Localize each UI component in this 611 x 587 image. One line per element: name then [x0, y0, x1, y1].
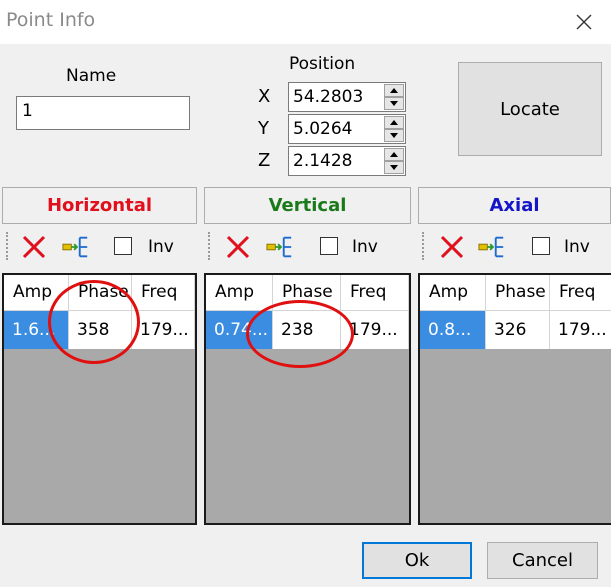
column-header-amp[interactable]: Amp: [420, 275, 486, 311]
column-header-freq[interactable]: Freq: [550, 275, 611, 311]
y-value: 5.0264: [293, 119, 353, 139]
up-arrow-icon: [390, 120, 398, 125]
toolbar-grip[interactable]: [422, 232, 427, 260]
point-info-dialog: Point Info Name 1 Position X 54.2803 Y 5…: [0, 0, 611, 587]
table-row[interactable]: 1.6... 358 179...: [4, 311, 195, 349]
ok-button[interactable]: Ok: [362, 542, 472, 579]
axial-grid[interactable]: Amp Phase Freq 0.8... 326 179...: [418, 273, 611, 525]
y-label: Y: [258, 118, 269, 139]
toolbar-grip[interactable]: [208, 232, 213, 260]
vertical-header: Vertical: [204, 187, 411, 224]
column-header-freq[interactable]: Freq: [132, 275, 195, 311]
horizontal-delete-button[interactable]: [20, 233, 48, 261]
column-header-amp[interactable]: Amp: [4, 275, 69, 311]
axial-delete-button[interactable]: [438, 233, 466, 261]
freq-cell[interactable]: 179...: [341, 311, 409, 349]
close-icon: [576, 14, 592, 30]
title-bar: Point Info: [0, 0, 611, 44]
x-decrement-button[interactable]: [384, 97, 404, 110]
position-label: Position: [289, 54, 356, 74]
horizontal-add-button[interactable]: [62, 233, 90, 261]
grid-header: Amp Phase Freq: [206, 275, 409, 311]
horizontal-inv-label: Inv: [148, 237, 174, 257]
axial-header: Axial: [418, 187, 611, 224]
x-increment-button[interactable]: [384, 84, 404, 97]
up-arrow-icon: [390, 152, 398, 157]
z-value: 2.1428: [293, 151, 353, 171]
vertical-inv-label: Inv: [352, 237, 378, 257]
z-decrement-button[interactable]: [384, 161, 404, 174]
horizontal-toolbar: Inv: [6, 229, 198, 265]
vertical-title: Vertical: [268, 195, 347, 216]
column-header-freq[interactable]: Freq: [341, 275, 409, 311]
vertical-add-button[interactable]: [266, 233, 294, 261]
table-row[interactable]: 0.74... 238 179...: [206, 311, 409, 349]
vertical-delete-button[interactable]: [224, 233, 252, 261]
horizontal-title: Horizontal: [46, 195, 153, 216]
window-title: Point Info: [6, 9, 96, 31]
axial-add-button[interactable]: [478, 233, 506, 261]
y-spinner[interactable]: 5.0264: [288, 114, 406, 144]
phase-cell[interactable]: 326: [486, 311, 550, 349]
locate-button[interactable]: Locate: [458, 62, 602, 156]
amp-cell[interactable]: 1.6...: [4, 311, 69, 349]
freq-cell[interactable]: 179...: [550, 311, 611, 349]
add-column-icon: [266, 236, 292, 258]
column-header-phase[interactable]: Phase: [69, 275, 132, 311]
horizontal-inv-checkbox[interactable]: [114, 237, 132, 255]
x-value: 54.2803: [293, 87, 364, 107]
down-arrow-icon: [390, 101, 398, 106]
cancel-button[interactable]: Cancel: [487, 542, 598, 579]
name-label: Name: [66, 66, 117, 86]
axial-title: Axial: [489, 195, 540, 216]
horizontal-header: Horizontal: [2, 187, 197, 224]
column-header-amp[interactable]: Amp: [206, 275, 273, 311]
close-button[interactable]: [557, 0, 611, 44]
amp-cell[interactable]: 0.74...: [206, 311, 273, 349]
add-column-icon: [62, 236, 88, 258]
x-spinner[interactable]: 54.2803: [288, 82, 406, 112]
column-header-phase[interactable]: Phase: [486, 275, 550, 311]
axial-inv-label: Inv: [564, 237, 590, 257]
down-arrow-icon: [390, 133, 398, 138]
amp-cell[interactable]: 0.8...: [420, 311, 486, 349]
toolbar-grip[interactable]: [6, 232, 11, 260]
red-x-icon: [440, 235, 464, 259]
red-x-icon: [226, 235, 250, 259]
freq-cell[interactable]: 179...: [132, 311, 195, 349]
column-header-phase[interactable]: Phase: [273, 275, 341, 311]
z-spinner[interactable]: 2.1428: [288, 146, 406, 176]
grid-header: Amp Phase Freq: [4, 275, 195, 311]
vertical-inv-checkbox[interactable]: [320, 237, 338, 255]
add-column-icon: [478, 236, 504, 258]
vertical-toolbar: Inv: [208, 229, 408, 265]
z-increment-button[interactable]: [384, 148, 404, 161]
axial-toolbar: Inv: [422, 229, 611, 265]
up-arrow-icon: [390, 88, 398, 93]
y-increment-button[interactable]: [384, 116, 404, 129]
axial-inv-checkbox[interactable]: [532, 237, 550, 255]
x-label: X: [258, 86, 271, 107]
grid-header: Amp Phase Freq: [420, 275, 611, 311]
name-input[interactable]: 1: [16, 96, 190, 130]
phase-cell[interactable]: 238: [273, 311, 341, 349]
red-x-icon: [22, 235, 46, 259]
table-row[interactable]: 0.8... 326 179...: [420, 311, 611, 349]
horizontal-grid[interactable]: Amp Phase Freq 1.6... 358 179...: [2, 273, 197, 525]
down-arrow-icon: [390, 165, 398, 170]
y-decrement-button[interactable]: [384, 129, 404, 142]
phase-cell[interactable]: 358: [69, 311, 132, 349]
vertical-grid[interactable]: Amp Phase Freq 0.74... 238 179...: [204, 273, 411, 525]
z-label: Z: [258, 150, 271, 171]
